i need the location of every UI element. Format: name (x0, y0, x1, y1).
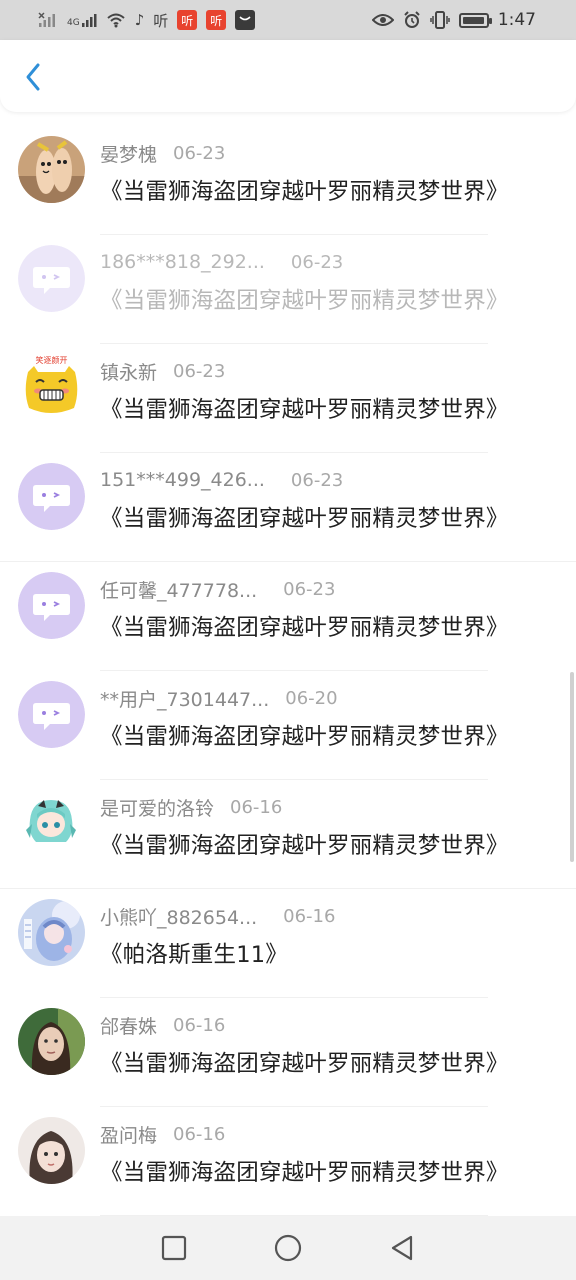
comment-date: 06-23 (173, 142, 226, 164)
comment-date: 06-16 (173, 1014, 226, 1036)
list-item[interactable]: 是可爱的洛铃 06-16 《当雷狮海盗团穿越叶罗丽精灵梦世界》 (0, 780, 576, 889)
status-left: 4G ♪ 听 听 听 (38, 10, 256, 31)
user-name[interactable]: 镇永新 (100, 358, 157, 385)
avatar[interactable] (18, 1117, 85, 1184)
wifi-icon (107, 13, 125, 28)
comment-date: 06-16 (173, 1123, 226, 1145)
name-line: **用户_7301447... 06-20 (100, 685, 338, 711)
name-line: 151***499_426... 06-23 (100, 467, 343, 493)
list-item[interactable]: 郃春姝 06-16 《当雷狮海盗团穿越叶罗丽精灵梦世界》 (0, 998, 576, 1107)
laugh-emoji-icon: 笑逐颜开 (18, 354, 85, 421)
top-header (0, 40, 576, 112)
ting-icon: 听 (153, 11, 169, 30)
avatar-image (18, 899, 85, 966)
message-icon (235, 10, 256, 30)
book-title[interactable]: 《当雷狮海盗团穿越叶罗丽精灵梦世界》 (100, 719, 509, 751)
avatar[interactable] (18, 681, 85, 748)
avatar-image (18, 1117, 85, 1184)
recent-apps-button[interactable] (159, 1233, 189, 1263)
avatar[interactable] (18, 463, 85, 530)
avatar-image (18, 136, 85, 203)
home-button[interactable] (273, 1233, 303, 1263)
avatar[interactable] (18, 1008, 85, 1075)
signal-4g-icon: 4G (67, 12, 97, 28)
svg-text:笑逐颜开: 笑逐颜开 (36, 355, 68, 365)
avatar-image (18, 1008, 85, 1075)
name-line: 小熊吖_882654... 06-16 (100, 903, 335, 929)
comment-date: 06-23 (283, 578, 336, 600)
alarm-icon (404, 11, 420, 28)
name-line: 镇永新 06-23 (100, 358, 225, 384)
name-line: 晏梦槐 06-23 (100, 140, 225, 166)
default-avatar-icon (18, 572, 85, 639)
list-item[interactable]: 笑逐颜开 镇永新 06-23 《当雷狮海盗团穿越叶罗丽精灵梦世界》 (0, 344, 576, 453)
comment-date: 06-23 (290, 469, 344, 491)
book-title[interactable]: 《当雷狮海盗团穿越叶罗丽精灵梦世界》 (100, 392, 509, 424)
book-title[interactable]: 《当雷狮海盗团穿越叶罗丽精灵梦世界》 (100, 174, 509, 206)
music-note-icon: ♪ (134, 11, 145, 29)
status-right: 1:47 (371, 10, 536, 30)
back-button[interactable] (18, 62, 48, 92)
avatar[interactable] (18, 136, 85, 203)
comment-date: 06-23 (290, 251, 344, 273)
status-bar: 4G ♪ 听 听 听 1:47 (0, 0, 576, 40)
avatar[interactable] (18, 572, 85, 639)
scrollbar[interactable] (570, 672, 574, 862)
book-title[interactable]: 《当雷狮海盗团穿越叶罗丽精灵梦世界》 (100, 501, 509, 533)
user-name[interactable]: 盈问梅 (100, 1121, 157, 1148)
signal-icon (38, 12, 55, 27)
avatar[interactable] (18, 899, 85, 966)
book-title[interactable]: 《当雷狮海盗团穿越叶罗丽精灵梦世界》 (100, 283, 509, 315)
comment-list: 晏梦槐 06-23 《当雷狮海盗团穿越叶罗丽精灵梦世界》 186***818_2… (0, 126, 576, 1216)
back-triangle-icon (391, 1235, 413, 1261)
user-name[interactable]: 任可馨_477778... (100, 576, 257, 603)
chevron-left-icon (26, 63, 40, 91)
book-title[interactable]: 《当雷狮海盗团穿越叶罗丽精灵梦世界》 (100, 1155, 509, 1187)
default-avatar-icon (18, 463, 85, 530)
user-name[interactable]: 小熊吖_882654... (100, 903, 257, 930)
user-name[interactable]: 是可爱的洛铃 (100, 794, 214, 821)
list-item[interactable]: 小熊吖_882654... 06-16 《帕洛斯重生11》 (0, 889, 576, 998)
list-item[interactable]: **用户_7301447... 06-20 《当雷狮海盗团穿越叶罗丽精灵梦世界》 (0, 671, 576, 780)
recent-apps-icon (161, 1235, 187, 1261)
system-nav-bar (0, 1216, 576, 1280)
comment-date: 06-23 (173, 360, 226, 382)
avatar[interactable] (18, 245, 85, 312)
book-title[interactable]: 《当雷狮海盗团穿越叶罗丽精灵梦世界》 (100, 610, 509, 642)
default-avatar-icon (18, 245, 85, 312)
name-line: 盈问梅 06-16 (100, 1121, 225, 1147)
name-line: 郃春姝 06-16 (100, 1012, 225, 1038)
list-item[interactable]: 151***499_426... 06-23 《当雷狮海盗团穿越叶罗丽精灵梦世界… (0, 453, 576, 562)
list-item[interactable]: 任可馨_477778... 06-23 《当雷狮海盗团穿越叶罗丽精灵梦世界》 (0, 562, 576, 671)
book-title[interactable]: 《帕洛斯重生11》 (100, 937, 288, 969)
book-title[interactable]: 《当雷狮海盗团穿越叶罗丽精灵梦世界》 (100, 1046, 509, 1078)
home-icon (274, 1234, 302, 1262)
back-nav-button[interactable] (387, 1233, 417, 1263)
comment-date: 06-20 (285, 687, 338, 709)
avatar[interactable] (18, 790, 85, 857)
comment-date: 06-16 (283, 905, 336, 927)
user-name[interactable]: 186***818_292... (100, 251, 265, 273)
battery-icon (458, 12, 492, 28)
ting-red-icon: 听 (206, 10, 227, 30)
user-name[interactable]: 郃春姝 (100, 1012, 157, 1039)
name-line: 是可爱的洛铃 06-16 (100, 794, 282, 820)
comment-date: 06-16 (230, 796, 283, 818)
list-item[interactable]: 晏梦槐 06-23 《当雷狮海盗团穿越叶罗丽精灵梦世界》 (0, 126, 576, 235)
list-item[interactable]: 186***818_292... 06-23 《当雷狮海盗团穿越叶罗丽精灵梦世界… (0, 235, 576, 344)
list-item[interactable]: 盈问梅 06-16 《当雷狮海盗团穿越叶罗丽精灵梦世界》 (0, 1107, 576, 1216)
vibrate-icon (430, 11, 450, 29)
status-time: 1:47 (497, 10, 536, 30)
eye-icon (371, 14, 394, 26)
name-line: 任可馨_477778... 06-23 (100, 576, 335, 602)
name-line: 186***818_292... 06-23 (100, 249, 343, 275)
default-avatar-icon (18, 681, 85, 748)
user-name[interactable]: **用户_7301447... (100, 685, 269, 712)
ting-red-icon: 听 (177, 10, 198, 30)
avatar-image (18, 790, 85, 857)
user-name[interactable]: 晏梦槐 (100, 140, 157, 167)
user-name[interactable]: 151***499_426... (100, 469, 265, 491)
avatar[interactable]: 笑逐颜开 (18, 354, 85, 421)
book-title[interactable]: 《当雷狮海盗团穿越叶罗丽精灵梦世界》 (100, 828, 509, 860)
